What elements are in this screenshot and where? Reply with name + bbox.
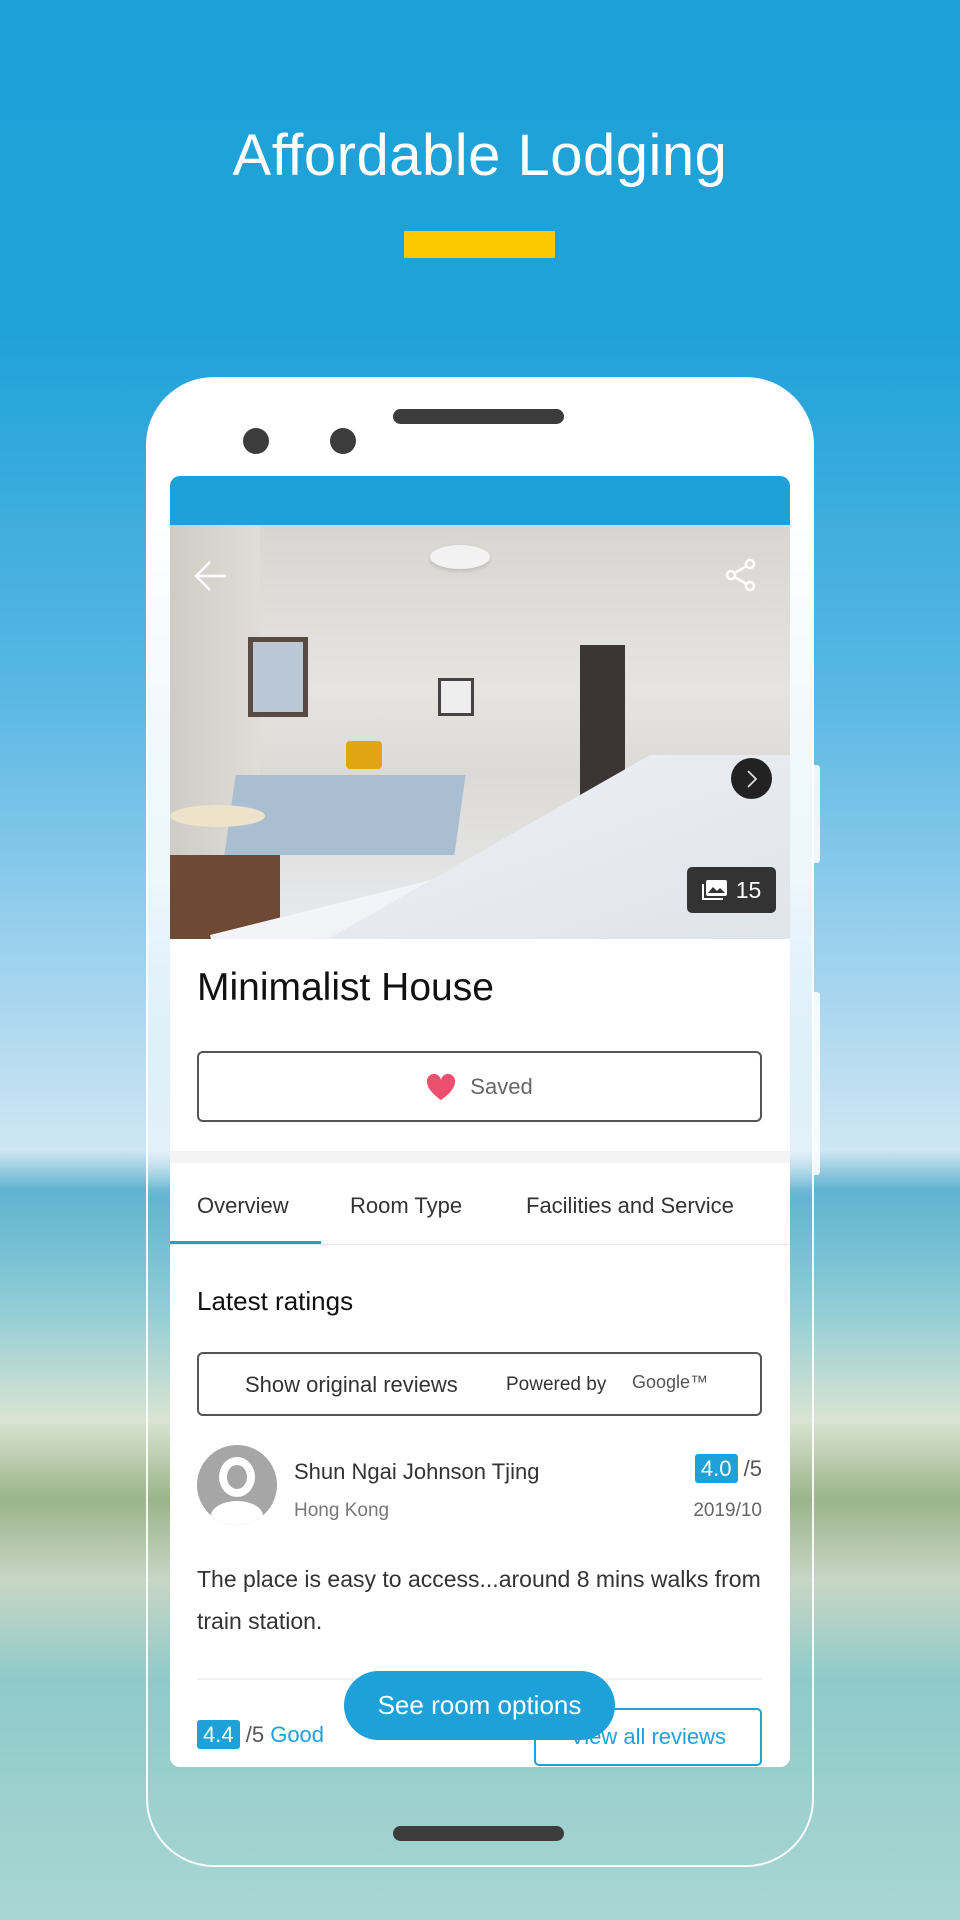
review-date: 2019/10 bbox=[693, 1500, 762, 1521]
powered-by-label: Powered by bbox=[506, 1374, 607, 1395]
next-photo-button[interactable] bbox=[731, 758, 772, 799]
google-logo: Google™ bbox=[632, 1372, 709, 1392]
saved-label: Saved bbox=[470, 1073, 533, 1099]
promo-headline: Affordable Lodging bbox=[232, 123, 728, 188]
arrow-left-icon[interactable] bbox=[192, 557, 230, 595]
accent-bar bbox=[404, 231, 555, 258]
overall-max: /5 bbox=[245, 1722, 265, 1747]
active-tab-indicator bbox=[170, 1241, 321, 1244]
review-text: The place is easy to access...around 8 m… bbox=[197, 1566, 761, 1634]
tab-bar: Overview Room Type Facilities and Servic… bbox=[170, 1163, 790, 1245]
listing-title: Minimalist House bbox=[197, 966, 494, 1009]
section-divider bbox=[170, 1151, 790, 1163]
volume-button bbox=[814, 765, 820, 863]
heart-icon bbox=[427, 1073, 456, 1100]
tab-overview[interactable]: Overview bbox=[197, 1193, 289, 1219]
section-heading: Latest ratings bbox=[197, 1286, 354, 1316]
reviewer-name: Shun Ngai Johnson Tjing bbox=[294, 1459, 540, 1484]
ceiling-light bbox=[430, 545, 490, 569]
image-icon bbox=[701, 880, 727, 900]
power-button bbox=[814, 992, 820, 1175]
overall-rating: 4.4 /5 Good bbox=[197, 1720, 325, 1749]
reviewer-location: Hong Kong bbox=[294, 1500, 390, 1521]
see-room-options-button[interactable]: See room options bbox=[344, 1671, 615, 1740]
window bbox=[248, 637, 308, 717]
camera-icon bbox=[243, 428, 269, 454]
show-original-reviews-button[interactable]: Show original reviews Powered by Google™ bbox=[197, 1352, 762, 1416]
overall-score-badge: 4.4 bbox=[197, 1720, 240, 1749]
show-original-label: Show original reviews bbox=[245, 1372, 458, 1397]
photo-count-badge[interactable]: 15 bbox=[687, 867, 776, 913]
overall-label: Good bbox=[270, 1722, 325, 1747]
share-icon[interactable] bbox=[723, 557, 759, 593]
room-photo[interactable]: 15 bbox=[170, 525, 790, 939]
app-screen: 15 Minimalist House Saved Overview Room … bbox=[170, 476, 790, 1767]
speaker-grille bbox=[393, 409, 564, 424]
review-score: 4.0 /5 bbox=[694, 1454, 762, 1483]
chevron-right-icon bbox=[746, 769, 757, 788]
avatar bbox=[197, 1445, 277, 1525]
saved-button[interactable]: Saved bbox=[197, 1051, 762, 1122]
score-max: /5 bbox=[743, 1456, 762, 1481]
camera-icon bbox=[330, 428, 356, 454]
photo-count: 15 bbox=[735, 876, 762, 903]
status-bar bbox=[170, 476, 790, 525]
score-badge: 4.0 bbox=[694, 1454, 738, 1483]
tab-room-type[interactable]: Room Type bbox=[350, 1193, 462, 1219]
home-indicator[interactable] bbox=[393, 1826, 564, 1841]
tab-facilities[interactable]: Facilities and Service bbox=[526, 1193, 734, 1219]
